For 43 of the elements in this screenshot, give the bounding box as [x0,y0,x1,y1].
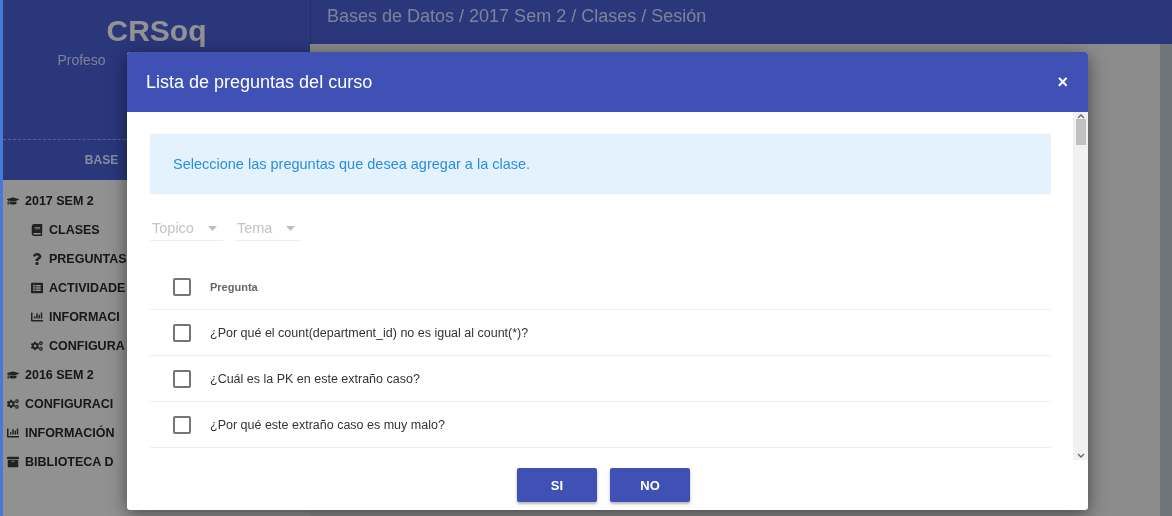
row-checkbox[interactable] [173,415,191,434]
sidebar-item[interactable]: CONFIGURA [49,338,125,353]
sidebar-item[interactable]: CONFIGURACI [25,396,114,411]
row-checkbox[interactable] [173,369,191,388]
graduation-cap-icon [7,194,19,207]
brand-title: CRSoq [106,14,207,48]
sidebar-item[interactable]: INFORMACI [49,309,120,324]
sidebar-item[interactable]: INFORMACIÓN [25,425,115,440]
sidebar-item[interactable]: CLASES [49,222,100,237]
info-message: Seleccione las preguntas que desea agregar a la clase. [150,134,1051,194]
graduation-cap-icon [7,368,19,381]
book-icon [31,223,43,236]
bar-chart-icon [7,426,19,439]
row-checkbox[interactable] [173,323,191,342]
course-name: BASE [84,152,119,169]
sidebar-item[interactable]: PREGUNTAS [49,251,127,266]
question-text: ¿Por qué este extraño caso es muy malo? [210,417,445,432]
scroll-up-icon[interactable] [1076,114,1085,119]
gears-icon [31,339,43,352]
list-icon [31,281,43,294]
sidebar-item[interactable]: ACTIVIDADE [49,280,126,295]
breadcrumb: Bases de Datos / 2017 Sem 2 / Clases / Sesión [327,5,707,27]
close-button[interactable]: × [1055,71,1070,93]
dialog-title: Lista de preguntas del curso [146,71,373,93]
scrollbar[interactable] [1073,112,1088,460]
column-header: Pregunta [210,280,258,293]
cancel-button[interactable]: NO [610,468,690,502]
sidebar-item[interactable]: 2016 SEM 2 [25,367,94,382]
sidebar-item[interactable]: BIBLIOTECA D [25,454,114,469]
scrollbar-thumb[interactable] [1075,119,1086,145]
bar-chart-icon [31,310,43,323]
confirm-button[interactable]: SI [517,468,597,502]
gears-icon [7,397,19,410]
archive-icon [7,455,19,468]
caret-icon [207,225,217,231]
scroll-down-icon[interactable] [1076,453,1085,458]
sidebar-item[interactable]: 2017 SEM 2 [25,193,94,208]
question-text: ¿Cuál es la PK en este extraño caso? [210,371,420,386]
caret-icon [286,225,296,231]
question-mark-icon [31,252,43,265]
select-all-checkbox[interactable] [173,277,191,296]
question-text: ¿Por qué el count(department_id) no es igual al count(*)? [210,325,529,340]
user-role: Profeso [57,52,106,68]
